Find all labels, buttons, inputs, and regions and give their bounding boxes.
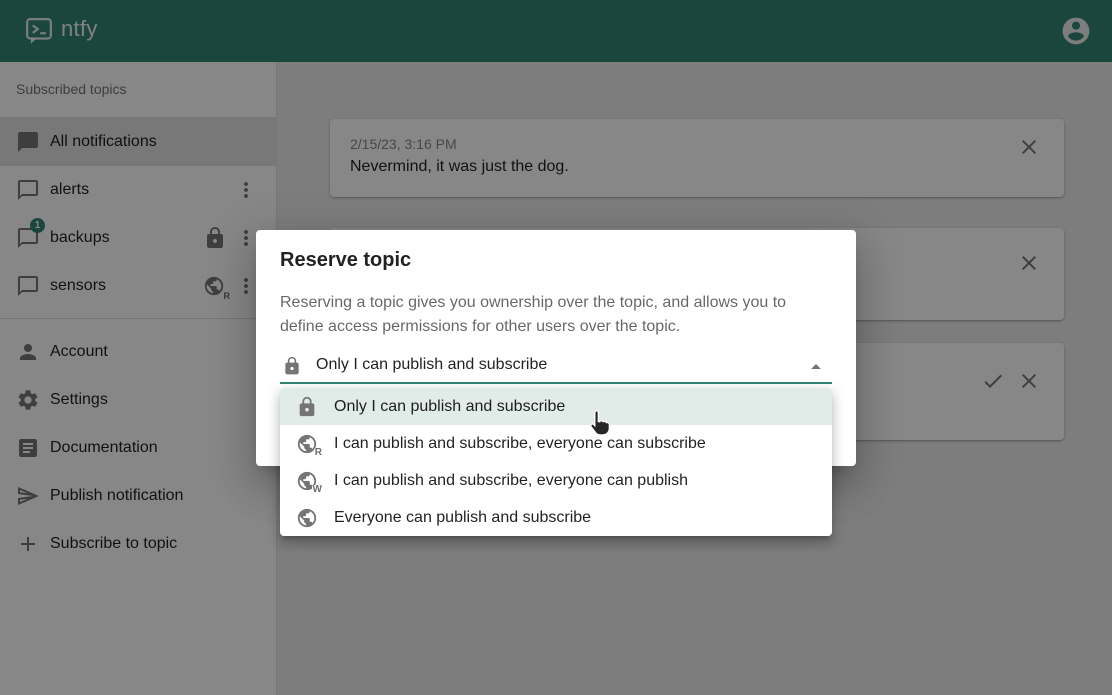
select-value: Only I can publish and subscribe: [316, 356, 547, 374]
menu-option-label: I can publish and subscribe, everyone ca…: [334, 472, 688, 490]
globe-icon: [296, 507, 318, 529]
menu-option-label: Everyone can publish and subscribe: [334, 509, 591, 527]
lock-icon: [296, 396, 318, 418]
globe-write-icon: W: [296, 470, 318, 492]
select-focus-underline: [280, 382, 832, 384]
menu-option-label: Only I can publish and subscribe: [334, 398, 565, 416]
menu-option-everyone-write[interactable]: W I can publish and subscribe, everyone …: [280, 462, 832, 499]
ntfy-app: ntfy Subscribed topics All notifications…: [0, 0, 1112, 695]
lock-icon: [282, 356, 302, 376]
arrow-drop-up-icon: [804, 355, 828, 379]
menu-option-label: I can publish and subscribe, everyone ca…: [334, 435, 706, 453]
access-letter: R: [314, 448, 323, 458]
dialog-title: Reserve topic: [280, 246, 411, 274]
menu-option-everyone-read-write[interactable]: Everyone can publish and subscribe: [280, 499, 832, 536]
access-permission-menu: Only I can publish and subscribe R I can…: [280, 388, 832, 536]
menu-option-only-me[interactable]: Only I can publish and subscribe: [280, 388, 832, 425]
menu-option-everyone-read[interactable]: R I can publish and subscribe, everyone …: [280, 425, 832, 462]
globe-read-icon: R: [296, 433, 318, 455]
dialog-description: Reserving a topic gives you ownership ov…: [280, 291, 832, 339]
access-permission-select[interactable]: Only I can publish and subscribe: [280, 351, 832, 384]
access-letter: W: [312, 485, 323, 495]
